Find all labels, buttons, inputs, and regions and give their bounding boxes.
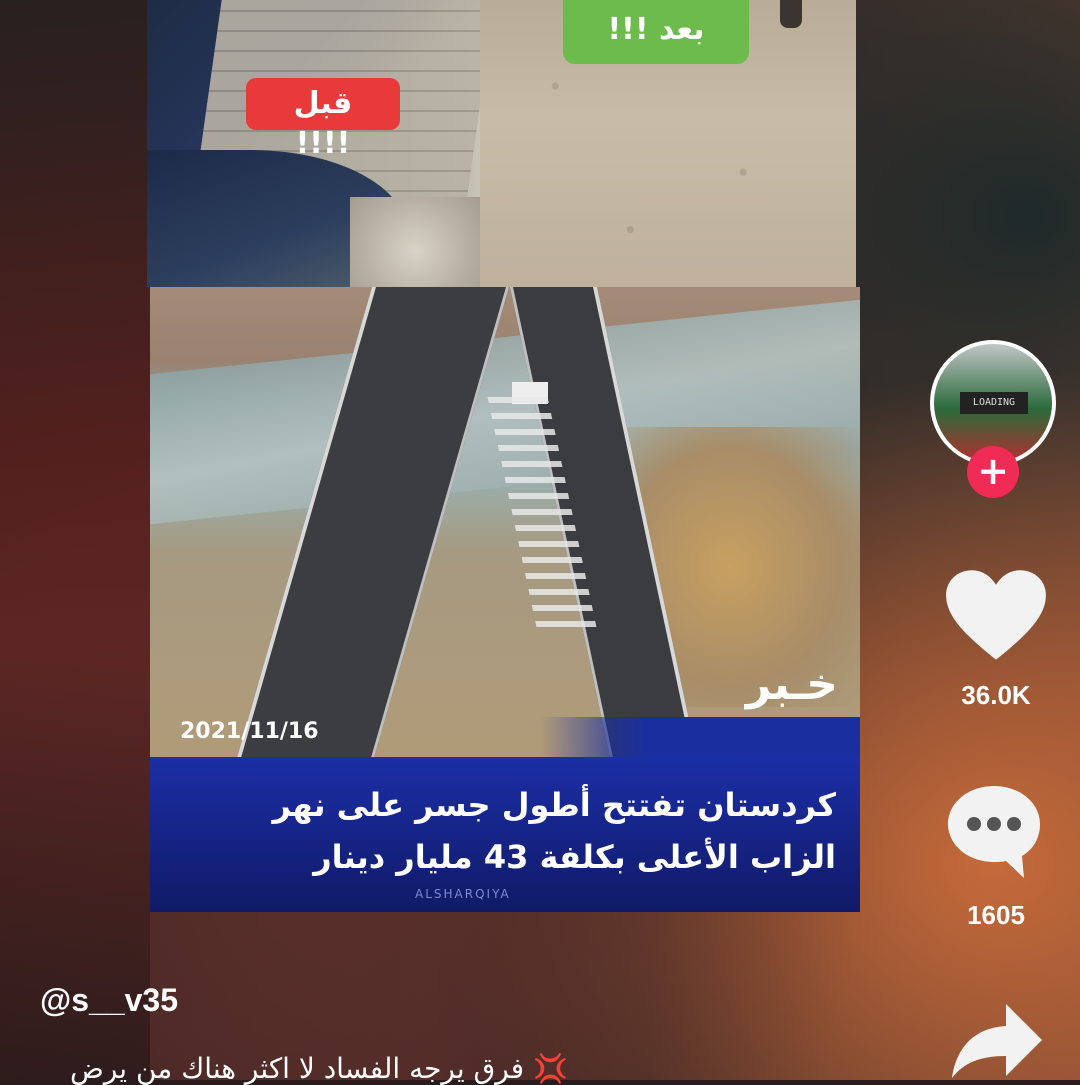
after-label: بعد !!! bbox=[563, 0, 749, 64]
news-date: 2021/11/16 bbox=[180, 719, 319, 744]
rubble bbox=[350, 197, 480, 287]
headline-line-2: الزاب الأعلى بكلفة 43 مليار دينار bbox=[313, 838, 836, 876]
like-count: 36.0K bbox=[961, 680, 1031, 710]
headline-line-1: كردستان تفتتح أطول جسر على نهر bbox=[272, 786, 836, 824]
follow-button[interactable]: + bbox=[967, 446, 1019, 498]
comment-count: 1605 bbox=[967, 900, 1025, 930]
background-left-shade bbox=[0, 0, 150, 1080]
avatar-loading-text: LOADING bbox=[960, 392, 1028, 414]
channel-watermark: ALSHARQIYA bbox=[415, 887, 511, 901]
video-caption[interactable]: 💢 فرق يرجه الفساد لا اكثر هناك من يرض bbox=[70, 1052, 750, 1085]
bridge-left-carriageway bbox=[237, 287, 509, 757]
person-figure bbox=[780, 0, 802, 28]
share-arrow-icon[interactable] bbox=[948, 1000, 1044, 1080]
news-headline: كردستان تفتتح أطول جسر على نهر الزاب الأ… bbox=[176, 779, 836, 883]
comment-icon[interactable] bbox=[942, 782, 1046, 882]
author-username[interactable]: @s__v35 bbox=[40, 982, 178, 1019]
bridge-news-image: خـبر 2021/11/16 كردستان تفتتح أطول جسر ع… bbox=[150, 287, 860, 912]
news-title: خـبر bbox=[745, 659, 838, 710]
before-label: قبل !!!! bbox=[246, 78, 400, 161]
heart-icon[interactable] bbox=[944, 568, 1048, 664]
